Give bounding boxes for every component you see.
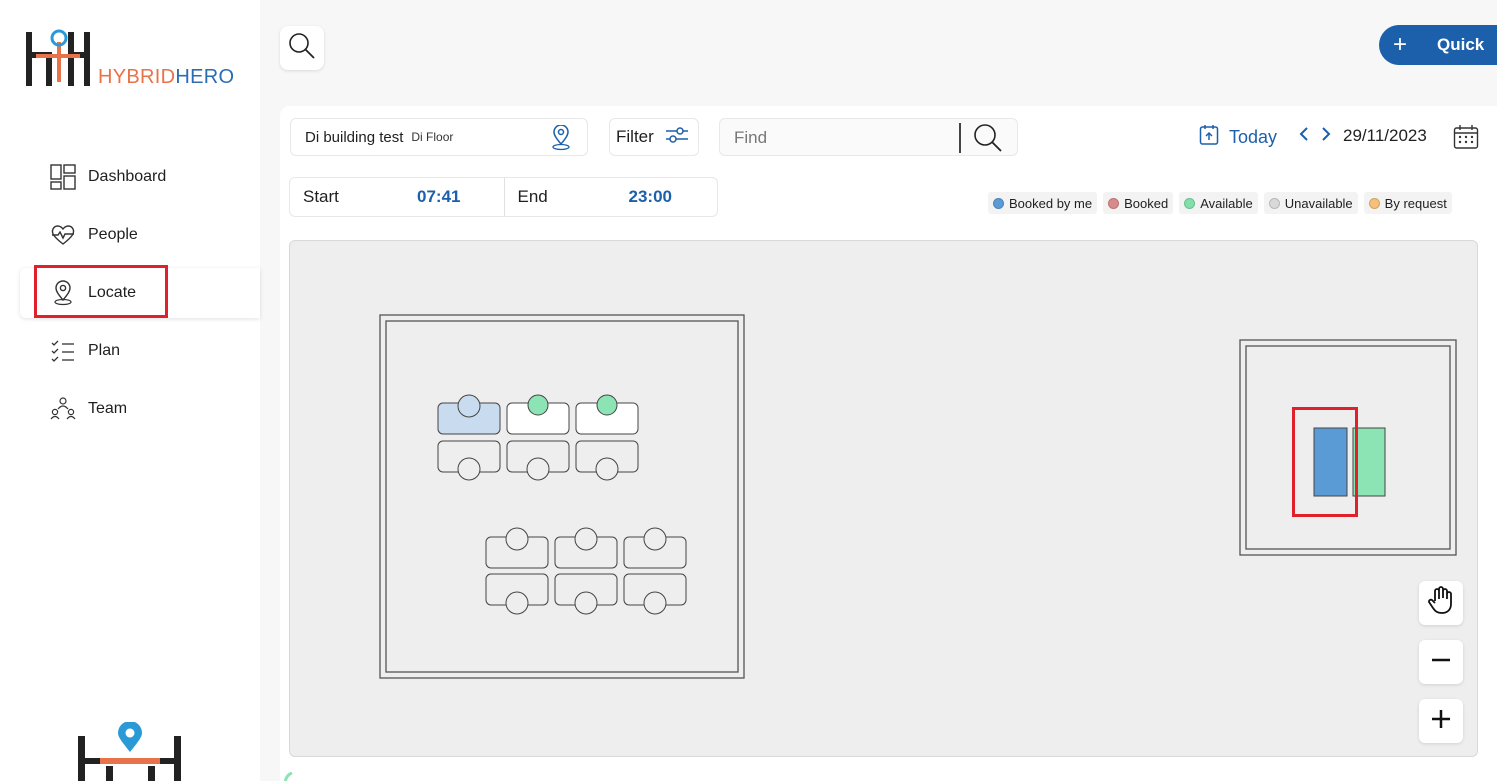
desk-cluster-top (437, 394, 639, 481)
sidebar-item-label: Locate (88, 284, 137, 301)
next-day-button[interactable] (1320, 126, 1334, 147)
legend-by-request: By request (1363, 192, 1452, 214)
find-divider (959, 123, 961, 153)
legend-unavailable: Unavailable (1263, 192, 1358, 214)
sidebar: HYBRIDHERO Dashboard People Locate Plan (0, 0, 260, 781)
zoom-in-button[interactable] (1419, 699, 1463, 743)
search-icon[interactable] (972, 122, 1004, 159)
sidebar-item-label: Team (88, 400, 128, 417)
chair (505, 591, 529, 615)
find-input[interactable] (734, 125, 954, 151)
location-pin-icon (549, 124, 573, 156)
chair (457, 457, 481, 481)
checklist-icon (50, 338, 76, 364)
status-dot (1268, 197, 1280, 209)
desk-booked-by-me[interactable] (1313, 427, 1348, 497)
end-label: End (517, 187, 548, 206)
chair (457, 394, 481, 418)
chair (574, 591, 598, 615)
sidebar-item-locate[interactable]: Locate (20, 268, 260, 318)
legend-booked: Booked (1103, 192, 1174, 214)
floor-map[interactable] (289, 240, 1478, 757)
chevron-left-icon (1298, 126, 1310, 146)
calendar-today-icon (1199, 124, 1229, 151)
bottom-panel-edge (280, 770, 1497, 781)
desk-cluster-bottom (485, 527, 687, 615)
sidebar-item-dashboard[interactable]: Dashboard (20, 152, 260, 202)
team-icon (50, 396, 76, 422)
start-time-field[interactable]: Start 07:41 (290, 178, 504, 216)
floor-plan (379, 314, 1457, 679)
today-button[interactable]: Today (1199, 124, 1277, 151)
sidebar-nav: Dashboard People Locate Plan Team (20, 152, 260, 442)
dashboard-icon (50, 164, 76, 190)
status-dot (1368, 197, 1380, 209)
heart-pulse-icon (50, 222, 76, 248)
hand-icon (1427, 585, 1455, 622)
sidebar-item-label: Plan (88, 342, 121, 359)
time-range: Start 07:41 End 23:00 (289, 177, 718, 217)
chair (527, 394, 549, 416)
filter-label: Filter (616, 127, 654, 146)
quick-book-button[interactable]: + Quick (1379, 25, 1497, 65)
status-dot (993, 197, 1004, 209)
status-dot (1108, 197, 1120, 209)
chair (643, 591, 667, 615)
legend-booked-by-me: Booked by me (988, 192, 1098, 214)
chair (596, 394, 618, 416)
chair (526, 457, 550, 481)
floor-name: Di Floor (411, 130, 454, 144)
selected-date: 29/11/2023 (1343, 126, 1427, 145)
building-name: Di building test (305, 128, 404, 146)
hybridhero-logo[interactable]: HYBRIDHERO (26, 28, 246, 88)
building-floor-selector[interactable]: Di building test Di Floor (290, 118, 588, 156)
logo-mark-icon (26, 29, 90, 86)
chair (574, 527, 598, 551)
status-legend: Booked by me Booked Available Unavailabl… (988, 192, 1452, 214)
global-search-button[interactable] (280, 26, 324, 70)
sliders-icon (654, 124, 690, 151)
search-icon (287, 31, 317, 66)
logo-text: HYBRIDHERO (98, 66, 235, 88)
status-dot (1184, 197, 1196, 209)
minus-icon (1430, 646, 1452, 678)
pan-button[interactable] (1419, 581, 1463, 625)
room-left (379, 314, 745, 679)
chevron-right-icon (1320, 126, 1332, 146)
footer-logo-icon (76, 721, 186, 781)
today-label: Today (1229, 127, 1278, 147)
plus-icon (1430, 705, 1452, 737)
sidebar-item-plan[interactable]: Plan (20, 326, 260, 376)
zoom-out-button[interactable] (1419, 640, 1463, 684)
room-right (1239, 339, 1457, 556)
location-pin-icon (50, 280, 76, 306)
sidebar-item-team[interactable]: Team (20, 384, 260, 434)
previous-day-button[interactable] (1298, 126, 1312, 147)
calendar-icon[interactable] (1453, 124, 1479, 155)
legend-available: Available (1179, 192, 1258, 214)
sidebar-item-label: People (88, 226, 138, 243)
filter-button[interactable]: Filter (609, 118, 699, 156)
start-value: 07:41 (417, 187, 461, 206)
find-field (719, 118, 1018, 156)
chair (505, 527, 529, 551)
chair (643, 527, 667, 551)
sidebar-item-label: Dashboard (88, 168, 167, 185)
sidebar-item-people[interactable]: People (20, 210, 260, 260)
end-value: 23:00 (628, 187, 672, 206)
end-time-field[interactable]: End 23:00 (503, 178, 718, 216)
plus-icon: + (1393, 31, 1408, 58)
chair (595, 457, 619, 481)
start-label: Start (303, 187, 339, 206)
desk-available[interactable] (1352, 427, 1386, 497)
